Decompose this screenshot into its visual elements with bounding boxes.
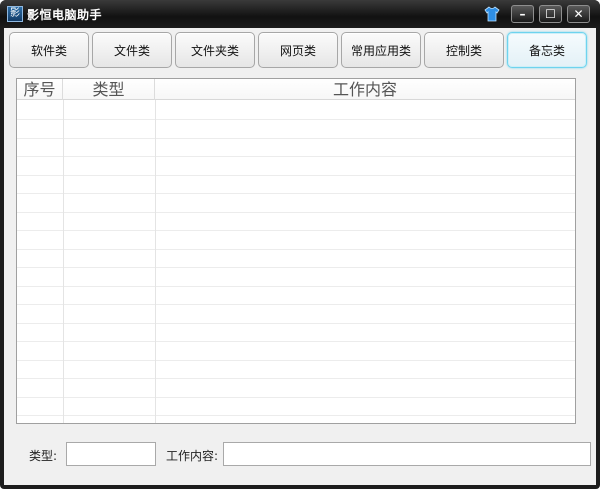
tab-common-apps[interactable]: 常用应用类 [341, 32, 421, 68]
header-content[interactable]: 工作内容 [155, 79, 575, 100]
content-label: 工作内容: [166, 449, 219, 463]
header-index[interactable]: 序号 [17, 79, 63, 100]
maximize-button[interactable]: ☐ [539, 5, 562, 23]
window-title: 影恒电脑助手 [27, 8, 103, 22]
app-window: 影 影恒电脑助手 – ☐ ✕ 软件类 文件类 文件夹类 网页类 常用应用类 控制… [0, 0, 600, 489]
table-row [17, 138, 575, 139]
type-label: 类型: [29, 449, 58, 463]
column-divider [63, 79, 64, 423]
table-row [17, 156, 575, 157]
table-header: 序号 类型 工作内容 [17, 79, 575, 100]
table-row [17, 119, 575, 120]
input-bar: 类型: 工作内容: [4, 438, 596, 468]
table-row [17, 323, 575, 324]
table-row [17, 286, 575, 287]
tab-software[interactable]: 软件类 [9, 32, 89, 68]
client-area: 软件类 文件类 文件夹类 网页类 常用应用类 控制类 备忘类 序号 类型 工作内… [4, 28, 596, 485]
shirt-icon[interactable] [484, 6, 500, 22]
table-row [17, 230, 575, 231]
minimize-button[interactable]: – [511, 5, 534, 23]
column-divider [155, 79, 156, 423]
table-row [17, 360, 575, 361]
tab-webpage[interactable]: 网页类 [258, 32, 338, 68]
table-row [17, 267, 575, 268]
content-input[interactable] [223, 442, 591, 466]
table-row [17, 378, 575, 379]
table-row [17, 304, 575, 305]
table-row [17, 249, 575, 250]
table-row [17, 341, 575, 342]
tab-memo[interactable]: 备忘类 [507, 32, 587, 68]
header-type[interactable]: 类型 [63, 79, 155, 100]
type-input[interactable] [66, 442, 156, 466]
category-tabs: 软件类 文件类 文件夹类 网页类 常用应用类 控制类 备忘类 [9, 32, 591, 70]
task-table[interactable]: 序号 类型 工作内容 [16, 78, 576, 424]
tab-file[interactable]: 文件类 [92, 32, 172, 68]
close-button[interactable]: ✕ [567, 5, 590, 23]
table-row [17, 175, 575, 176]
title-bar[interactable]: 影 影恒电脑助手 – ☐ ✕ [0, 0, 600, 28]
app-logo-icon: 影 [7, 6, 23, 22]
table-row [17, 397, 575, 398]
table-row [17, 193, 575, 194]
tab-folder[interactable]: 文件夹类 [175, 32, 255, 68]
table-row [17, 415, 575, 416]
table-row [17, 212, 575, 213]
tab-control[interactable]: 控制类 [424, 32, 504, 68]
